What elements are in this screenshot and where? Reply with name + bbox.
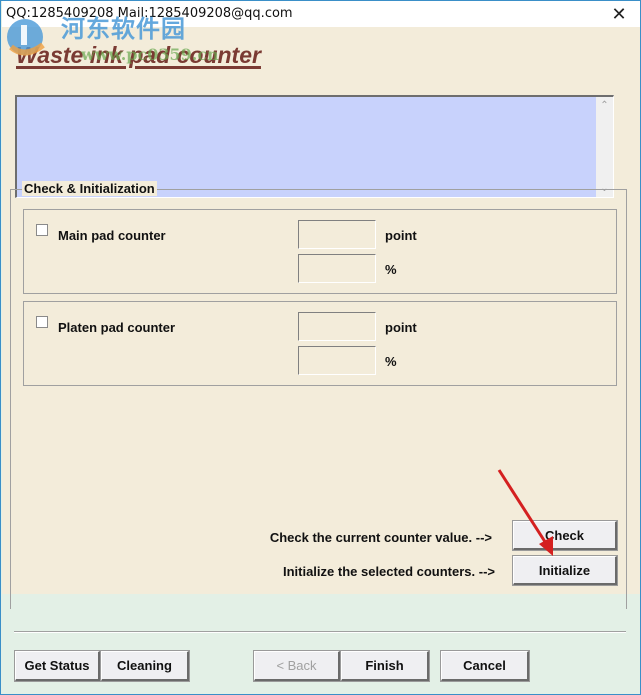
cancel-button[interactable]: Cancel: [440, 650, 530, 682]
app-window: QQ:1285409208 Mail:1285409208@qq.com ✕ W…: [0, 0, 641, 695]
check-hint: Check the current counter value. -->: [269, 530, 492, 545]
title-bar: QQ:1285409208 Mail:1285409208@qq.com ✕: [2, 1, 640, 27]
finish-button[interactable]: Finish: [340, 650, 430, 682]
platen-pad-percent-unit: %: [385, 354, 397, 369]
platen-pad-counter-panel: Platen pad counter point %: [23, 301, 617, 386]
initialize-hint: Initialize the selected counters. -->: [282, 564, 495, 579]
main-pad-point-field: [298, 220, 376, 249]
platen-pad-label: Platen pad counter: [58, 320, 176, 335]
page-title: Waste ink pad counter: [16, 42, 261, 68]
get-status-button[interactable]: Get Status: [14, 650, 101, 682]
main-pad-percent-field: [298, 254, 376, 283]
main-pad-label: Main pad counter: [58, 228, 166, 243]
cleaning-button[interactable]: Cleaning: [100, 650, 190, 682]
close-button[interactable]: ✕: [602, 2, 636, 26]
main-pad-percent-unit: %: [385, 262, 397, 277]
back-button[interactable]: < Back: [253, 650, 341, 682]
platen-pad-checkbox[interactable]: [36, 316, 48, 328]
group-legend: Check & Initialization: [22, 181, 157, 196]
footer-separator: [14, 631, 626, 633]
platen-pad-point-unit: point: [385, 320, 417, 335]
main-pad-checkbox[interactable]: [36, 224, 48, 236]
window-title: QQ:1285409208 Mail:1285409208@qq.com: [6, 6, 293, 21]
platen-pad-percent-field: [298, 346, 376, 375]
close-icon: ✕: [611, 3, 627, 24]
main-pad-counter-panel: Main pad counter point %: [23, 209, 617, 294]
initialize-button[interactable]: Initialize: [512, 555, 618, 586]
scroll-up-icon[interactable]: ⌃: [596, 97, 613, 114]
main-pad-point-unit: point: [385, 228, 417, 243]
platen-pad-point-field: [298, 312, 376, 341]
check-button[interactable]: Check: [512, 520, 618, 551]
vertical-scrollbar[interactable]: ⌃ ⌄: [596, 97, 613, 197]
